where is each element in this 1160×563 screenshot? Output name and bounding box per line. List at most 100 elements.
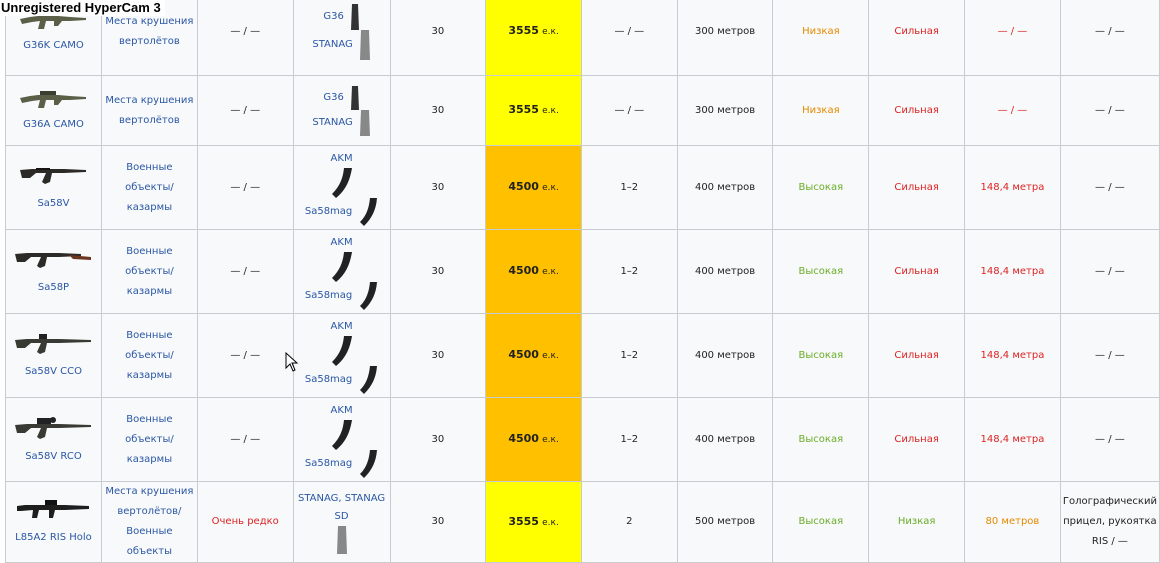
rifle-sa58-rco-icon	[15, 416, 92, 439]
location-cell[interactable]: Военные объекты/казармы	[100, 397, 198, 482]
magazine-cell: G36 STANAG	[292, 75, 391, 146]
accuracy-cell: Низкая	[772, 0, 870, 76]
col7-cell: 1–2	[580, 397, 678, 482]
table-row: G36K CAMO Места крушения вертолётов — / …	[5, 0, 1160, 76]
magazine-cell: STANAG, STANAG SD	[292, 481, 391, 563]
range-cell: 300 метров	[676, 0, 774, 76]
mag-link[interactable]: AKM	[331, 402, 353, 420]
price-cell: 3555 е.к.	[485, 75, 582, 146]
price-cell: 3555 е.к.	[485, 481, 582, 563]
weapon-cell: L85A2 RIS Holo	[5, 481, 102, 563]
weapon-name-link[interactable]: Sa58V	[37, 198, 69, 209]
range-cell: 400 метров	[676, 229, 774, 314]
mag-link[interactable]: Sa58mag	[305, 371, 352, 389]
accuracy-cell: Высокая	[772, 397, 870, 482]
magazine-cell: AKM Sa58mag	[292, 145, 391, 230]
col11-cell: 148,4 метра	[964, 145, 1061, 230]
location-cell[interactable]: Военные объекты/казармы	[100, 313, 198, 398]
magazine-icon	[360, 281, 378, 310]
attachments-cell: — / —	[1059, 229, 1160, 314]
mag-link[interactable]: AKM	[331, 234, 353, 252]
col11-cell: — / —	[964, 0, 1061, 76]
recoil-cell: Сильная	[868, 229, 966, 314]
recoil-cell: Сильная	[868, 397, 966, 482]
table-row: Sa58P Военные объекты/казармы — / — AKM …	[5, 229, 1160, 314]
capacity-cell: 30	[389, 481, 487, 563]
magazine-cell: AKM Sa58mag	[292, 229, 391, 314]
price-cell: 4500 е.к.	[485, 229, 582, 314]
capacity-cell: 30	[389, 397, 487, 482]
magazine-icon	[331, 167, 352, 198]
rarity-cell: — / —	[196, 313, 294, 398]
rarity-cell: — / —	[196, 229, 294, 314]
col11-cell: 148,4 метра	[964, 229, 1061, 314]
magazine-icon	[331, 335, 352, 366]
range-cell: 500 метров	[676, 481, 774, 563]
weapon-cell: Sa58V	[5, 145, 102, 230]
mag-link[interactable]: AKM	[331, 318, 353, 336]
col11-cell: 148,4 метра	[964, 313, 1061, 398]
recoil-cell: Сильная	[868, 313, 966, 398]
col7-cell: — / —	[580, 0, 678, 76]
col7-cell: 1–2	[580, 229, 678, 314]
location-cell[interactable]: Места крушения вертолётов/Военные объект…	[100, 481, 198, 563]
capacity-cell: 30	[389, 0, 487, 76]
price-cell: 3555 е.к.	[485, 0, 582, 76]
recoil-cell: Низкая	[868, 481, 966, 563]
accuracy-cell: Высокая	[772, 229, 870, 314]
mag-link[interactable]: STANAG, STANAG SD	[296, 490, 388, 526]
price-cell: 4500 е.к.	[485, 145, 582, 230]
range-cell: 400 метров	[676, 313, 774, 398]
col11-cell: 80 метров	[964, 481, 1061, 563]
range-cell: 400 метров	[676, 145, 774, 230]
price-cell: 4500 е.к.	[485, 397, 582, 482]
mag-link[interactable]: Sa58mag	[305, 455, 352, 473]
table-row: G36A CAMO Места крушения вертолётов — / …	[5, 75, 1160, 146]
location-cell[interactable]: Военные объекты/казармы	[100, 145, 198, 230]
magazine-cell: AKM Sa58mag	[292, 397, 391, 482]
magazine-icon	[336, 526, 347, 554]
mag-link[interactable]: STANAG	[312, 114, 352, 132]
rifle-sa58-icon	[15, 252, 92, 268]
rarity-cell: — / —	[196, 397, 294, 482]
rarity-cell: Очень редко	[196, 481, 294, 563]
magazine-icon	[350, 3, 359, 30]
capacity-cell: 30	[389, 145, 487, 230]
rarity-cell: — / —	[196, 145, 294, 230]
location-cell[interactable]: Военные объекты/казармы	[100, 229, 198, 314]
magazine-icon	[331, 419, 352, 450]
weapon-cell: Sa58P	[5, 229, 102, 314]
mag-link[interactable]: STANAG	[312, 36, 352, 54]
col7-cell: — / —	[580, 75, 678, 146]
mag-link[interactable]: G36	[323, 89, 343, 107]
mag-link[interactable]: AKM	[331, 150, 353, 168]
accuracy-cell: Высокая	[772, 313, 870, 398]
attachments-cell: — / —	[1059, 0, 1160, 76]
attachments-cell: Голографический прицел, рукоятка RIS / —	[1059, 481, 1160, 563]
weapons-table: G36K CAMO Места крушения вертолётов — / …	[5, 0, 1160, 563]
weapon-name-link[interactable]: Sa58P	[38, 282, 69, 293]
weapon-name-link[interactable]: G36A CAMO	[23, 119, 84, 130]
mag-link[interactable]: Sa58mag	[305, 287, 352, 305]
weapon-cell: G36A CAMO	[5, 75, 102, 146]
mag-link[interactable]: G36	[323, 8, 343, 26]
magazine-icon	[360, 449, 378, 478]
rifle-sa58-icon	[20, 167, 87, 184]
magazine-icon	[350, 85, 359, 110]
weapon-cell: Sa58V RCO	[5, 397, 102, 482]
attachments-cell: — / —	[1059, 397, 1160, 482]
mag-link[interactable]: Sa58mag	[305, 203, 352, 221]
col11-cell: 148,4 метра	[964, 397, 1061, 482]
price-cell: 4500 е.к.	[485, 313, 582, 398]
weapon-name-link[interactable]: L85A2 RIS Holo	[15, 532, 92, 543]
magazine-icon	[360, 197, 378, 226]
location-cell[interactable]: Места крушения вертолётов	[100, 75, 198, 146]
col7-cell: 1–2	[580, 313, 678, 398]
accuracy-cell: Высокая	[772, 481, 870, 563]
col7-cell: 1–2	[580, 145, 678, 230]
capacity-cell: 30	[389, 313, 487, 398]
weapon-name-link[interactable]: Sa58V RCO	[25, 451, 82, 462]
magazine-cell: G36 STANAG	[292, 0, 391, 76]
weapon-name-link[interactable]: Sa58V CCO	[25, 366, 82, 377]
weapon-name-link[interactable]: G36K CAMO	[23, 40, 84, 51]
